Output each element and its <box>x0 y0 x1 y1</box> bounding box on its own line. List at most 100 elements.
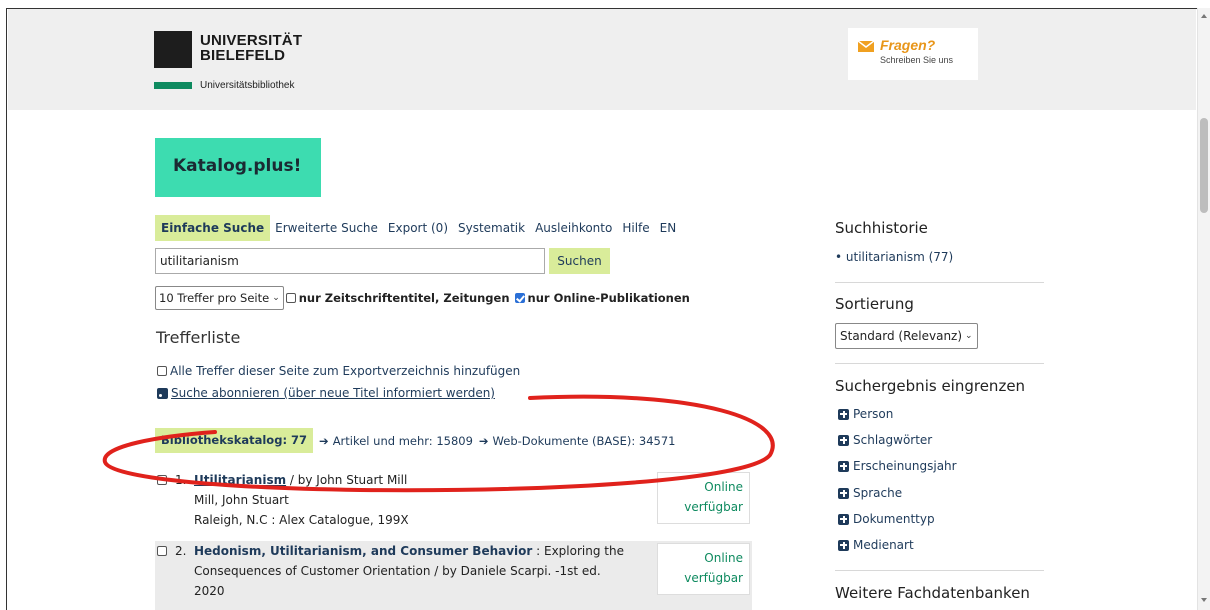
result-row: 1. Utilitarianism / by John Stuart Mill … <box>155 470 752 540</box>
result-title-rest: / by John Stuart Mill <box>286 473 408 487</box>
tab-systematik[interactable]: Systematik <box>453 215 530 241</box>
arrow-right-icon: ➔ <box>319 433 329 448</box>
facet-label: Person <box>853 407 894 421</box>
result-title-line: Utilitarianism / by John Stuart Mill <box>194 470 674 490</box>
university-name-line2: BIELEFELD <box>200 47 286 64</box>
journals-only-checkbox[interactable] <box>285 293 296 303</box>
contact-box[interactable]: Fragen? Schreiben Sie uns <box>848 28 978 80</box>
scroll-down-arrow-icon[interactable] <box>1201 598 1207 602</box>
tab-language-en[interactable]: EN <box>655 215 682 241</box>
add-all-checkbox[interactable] <box>157 366 167 376</box>
tab-artikel[interactable]: Artikel und mehr: 15809 <box>333 434 473 448</box>
facet-label: Erscheinungsjahr <box>853 459 957 473</box>
result-number: 1. <box>175 473 187 487</box>
scroll-up-arrow-icon[interactable] <box>1201 14 1207 18</box>
per-page-select[interactable]: 10 Treffer pro Seite ⌄ <box>155 286 284 310</box>
plus-icon <box>838 487 849 499</box>
university-name[interactable]: UNIVERSITÄT BIELEFELD <box>200 33 302 63</box>
online-only-label: nur Online-Publikationen <box>527 291 690 305</box>
facet-label: Medienart <box>853 538 914 552</box>
tab-erweiterte-suche[interactable]: Erweiterte Suche <box>270 215 383 241</box>
window-frame-top <box>0 0 1210 8</box>
chevron-down-icon: ⌄ <box>272 293 280 303</box>
sort-heading: Sortierung <box>835 295 914 313</box>
facet-schlagwoerter[interactable]: Schlagwörter <box>838 433 932 447</box>
plus-icon <box>838 408 849 420</box>
online-available-badge[interactable]: Online verfügbar <box>657 543 750 595</box>
result-title-line: Hedonism, Utilitarianism, and Consumer B… <box>194 541 674 561</box>
sidebar-divider <box>835 363 1044 364</box>
sidebar-divider <box>835 570 1044 571</box>
rss-icon <box>157 387 168 399</box>
per-page-value: 10 Treffer pro Seite <box>159 291 270 305</box>
page-header: UNIVERSITÄT BIELEFELD Universitätsbiblio… <box>8 9 1196 110</box>
search-history-heading: Suchhistorie <box>835 219 928 237</box>
search-options: 10 Treffer pro Seite ⌄ nur Zeitschriften… <box>155 286 690 310</box>
university-name-line1: UNIVERSITÄT <box>200 32 303 49</box>
search-nav: Einfache Suche Erweiterte Suche Export (… <box>155 215 681 241</box>
online-available-badge[interactable]: Online verfügbar <box>657 472 750 524</box>
add-all-to-export[interactable]: Alle Treffer dieser Seite zum Exportverz… <box>157 364 520 378</box>
more-databases-heading: Weitere Fachdatenbanken <box>835 584 1030 602</box>
facet-erscheinungsjahr[interactable]: Erscheinungsjahr <box>838 459 957 473</box>
search-history-link[interactable]: utilitarianism (77) <box>846 250 953 264</box>
university-logo-icon[interactable] <box>154 31 192 68</box>
facet-label: Dokumenttyp <box>853 512 935 526</box>
sort-select[interactable]: Standard (Relevanz) ⌄ <box>835 323 978 349</box>
result-title-link[interactable]: Hedonism, Utilitarianism, and Consumer B… <box>194 544 532 558</box>
result-author: Mill, John Stuart <box>194 493 289 507</box>
result-checkbox[interactable] <box>157 546 167 556</box>
tab-export[interactable]: Export (0) <box>383 215 453 241</box>
tab-web-dokumente[interactable]: Web-Dokumente (BASE): 34571 <box>493 434 676 448</box>
plus-icon <box>838 513 849 525</box>
search-input[interactable] <box>155 248 545 274</box>
search-history-item[interactable]: • utilitarianism (77) <box>835 250 953 264</box>
search-button[interactable]: Suchen <box>549 248 610 274</box>
result-text: Hedonism, Utilitarianism, and Consumer B… <box>194 541 674 601</box>
contact-title: Fragen? <box>880 37 936 53</box>
facet-label: Sprache <box>853 486 903 500</box>
tab-bibliothekskatalog[interactable]: Bibliothekskatalog: 77 <box>155 428 314 453</box>
window-frame-left <box>0 8 7 610</box>
facet-medienart[interactable]: Medienart <box>838 538 914 552</box>
vertical-scrollbar[interactable] <box>1197 8 1210 610</box>
facet-label: Schlagwörter <box>853 433 933 447</box>
subscribe-search[interactable]: Suche abonnieren (über neue Titel inform… <box>157 386 495 400</box>
chevron-down-icon: ⌄ <box>965 331 973 341</box>
online-only-checkbox[interactable] <box>514 293 525 303</box>
available-label: verfügbar <box>684 571 743 585</box>
result-title-link[interactable]: Utilitarianism <box>194 473 286 487</box>
contact-subtitle: Schreiben Sie uns <box>880 55 954 65</box>
tab-hilfe[interactable]: Hilfe <box>617 215 654 241</box>
tab-ausleihkonto[interactable]: Ausleihkonto <box>530 215 617 241</box>
available-label: verfügbar <box>684 500 743 514</box>
subscribe-link[interactable]: Suche abonnieren (über neue Titel inform… <box>171 386 495 400</box>
result-checkbox[interactable] <box>157 475 167 485</box>
result-number: 2. <box>175 544 187 558</box>
catalog-banner[interactable]: Katalog.plus! <box>155 138 321 197</box>
result-year: 2020 <box>194 584 225 598</box>
add-all-label: Alle Treffer dieser Seite zum Exportverz… <box>170 364 521 378</box>
scroll-thumb[interactable] <box>1200 118 1208 213</box>
tab-einfache-suche[interactable]: Einfache Suche <box>155 215 271 241</box>
sidebar-divider <box>835 282 1044 283</box>
mail-icon <box>858 41 874 52</box>
plus-icon <box>838 434 849 446</box>
plus-icon <box>838 539 849 551</box>
online-label: Online <box>704 551 743 565</box>
result-row: 2. Hedonism, Utilitarianism, and Consume… <box>155 541 752 610</box>
library-logo-bar <box>154 82 192 89</box>
journals-only-label: nur Zeitschriftentitel, Zeitungen <box>298 291 510 305</box>
result-publisher: Raleigh, N.C : Alex Catalogue, 199X <box>194 513 409 527</box>
facet-sprache[interactable]: Sprache <box>838 486 902 500</box>
plus-icon <box>838 460 849 472</box>
online-label: Online <box>704 480 743 494</box>
catalog-title: Katalog.plus! <box>173 156 302 176</box>
facet-dokumenttyp[interactable]: Dokumenttyp <box>838 512 935 526</box>
library-name: Universitätsbibliothek <box>200 80 295 91</box>
results-heading: Trefferliste <box>156 328 241 347</box>
refine-heading: Suchergebnis eingrenzen <box>835 377 1026 395</box>
result-subtitle: Consequences of Customer Orientation / b… <box>194 564 601 578</box>
facet-person[interactable]: Person <box>838 407 893 421</box>
arrow-right-icon: ➔ <box>478 433 489 448</box>
